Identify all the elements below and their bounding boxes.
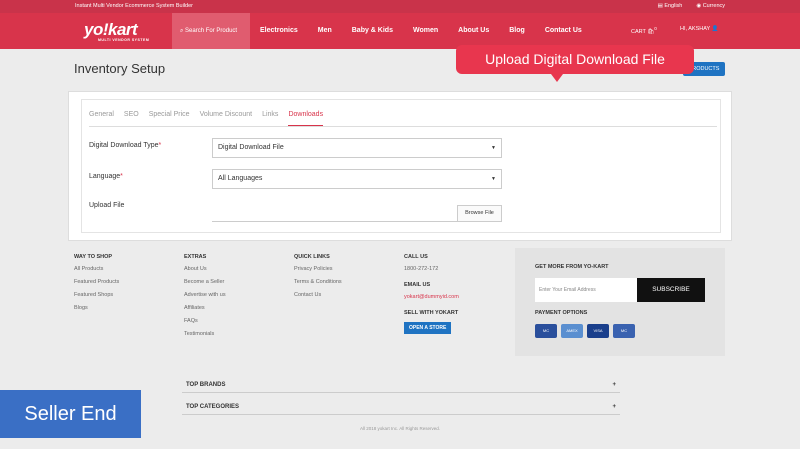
footer-way-to-shop: WAY TO SHOP All Products Featured Produc…	[74, 254, 120, 311]
cart-count: 0	[654, 26, 657, 31]
newsletter-box: GET MORE FROM YO-KART Enter Your Email A…	[515, 248, 725, 356]
footer-contact: CALL US 1800-272-172 EMAIL US yokart@dum…	[404, 254, 459, 334]
nav-about-us[interactable]: About Us	[458, 13, 489, 49]
footer-quick-links: QUICK LINKS Privacy Policies Terms & Con…	[294, 254, 342, 298]
page: Instant Multi Vendor Ecommerce System Bu…	[0, 0, 800, 449]
top-brands-accordion[interactable]: TOP BRANDS +	[182, 377, 620, 393]
tagline: Instant Multi Vendor Ecommerce System Bu…	[75, 3, 193, 9]
currency-selector[interactable]: ◉ Currency	[696, 0, 725, 13]
footer-link[interactable]: Contact Us	[294, 292, 342, 298]
nav-men[interactable]: Men	[318, 13, 332, 49]
logo[interactable]: yo!kart MULTI VENDOR SYSTEM	[84, 20, 149, 42]
plus-icon: +	[612, 404, 616, 410]
top-categories-accordion[interactable]: TOP CATEGORIES +	[182, 399, 620, 415]
mastercard-icon: MC	[535, 324, 557, 338]
tab-downloads[interactable]: Downloads	[288, 111, 324, 126]
tab-special-price[interactable]: Special Price	[149, 111, 190, 126]
search-input[interactable]: ⌕ Search For Product	[172, 13, 250, 49]
upload-file-field[interactable]: Browse File	[212, 205, 502, 222]
seller-end-badge: Seller End	[0, 390, 141, 438]
subscribe-button[interactable]: SUBSCRIBE	[637, 278, 705, 302]
download-type-label: Digital Download Type*	[89, 142, 162, 149]
tab-volume-discount[interactable]: Volume Discount	[200, 111, 253, 126]
footer-link[interactable]: All Products	[74, 266, 119, 272]
footer-link[interactable]: Featured Products	[74, 279, 119, 285]
tab-general[interactable]: General	[89, 111, 114, 126]
plus-icon: +	[612, 382, 616, 388]
footer-link[interactable]: Featured Shops	[74, 292, 119, 298]
visa-icon: VISA	[587, 324, 609, 338]
nav-blog[interactable]: Blog	[509, 13, 525, 49]
footer-link[interactable]: Become a Seller	[184, 279, 226, 285]
cart-button[interactable]: CART 🛍0	[631, 26, 657, 35]
upload-callout: Upload Digital Download File	[456, 45, 694, 82]
payment-icons: MC AMEX VISA MC	[535, 324, 705, 338]
site-header: yo!kart MULTI VENDOR SYSTEM ⌕ Search For …	[0, 13, 800, 49]
language-selector[interactable]: ▤ English	[658, 0, 683, 13]
download-type-select[interactable]: Digital Download File ▼	[212, 138, 502, 158]
inventory-form: General SEO Special Price Volume Discoun…	[81, 99, 721, 233]
mastercard-icon: MC	[613, 324, 635, 338]
upload-file-label: Upload File	[89, 202, 125, 209]
footer-link[interactable]: Blogs	[74, 305, 119, 311]
user-icon: 👤	[711, 26, 719, 32]
language-select[interactable]: All Languages ▼	[212, 169, 502, 189]
footer-link[interactable]: FAQs	[184, 318, 226, 324]
language-label: Language*	[89, 173, 123, 180]
nav-electronics[interactable]: Electronics	[260, 13, 298, 49]
tab-links[interactable]: Links	[262, 111, 278, 126]
page-title: Inventory Setup	[74, 61, 166, 76]
browse-file-button[interactable]: Browse File	[457, 205, 502, 222]
amex-icon: AMEX	[561, 324, 583, 338]
nav-baby-kids[interactable]: Baby & Kids	[352, 13, 393, 49]
footer-link[interactable]: Privacy Policies	[294, 266, 342, 272]
search-icon: ⌕	[180, 28, 184, 34]
footer-link[interactable]: Advertise with us	[184, 292, 226, 298]
main-nav: Electronics Men Baby & Kids Women About …	[260, 13, 602, 49]
nav-contact-us[interactable]: Contact Us	[545, 13, 582, 49]
user-menu[interactable]: HI, AKSHAY 👤	[680, 26, 718, 32]
phone-number: 1800-272-172	[404, 266, 439, 272]
footer-link[interactable]: About Us	[184, 266, 226, 272]
footer-link[interactable]: Testimonials	[184, 331, 226, 337]
open-store-button[interactable]: OPEN A STORE	[404, 322, 452, 334]
footer-extras: EXTRAS About Us Become a Seller Advertis…	[184, 254, 226, 337]
footer-link[interactable]: Terms & Conditions	[294, 279, 342, 285]
email-link[interactable]: yokart@dummyid.com	[404, 294, 459, 300]
inventory-panel: General SEO Special Price Volume Discoun…	[68, 91, 732, 241]
caret-down-icon: ▼	[491, 176, 496, 182]
tab-bar: General SEO Special Price Volume Discoun…	[89, 111, 717, 127]
caret-down-icon: ▼	[491, 145, 496, 151]
footer-link[interactable]: Affiliates	[184, 305, 226, 311]
newsletter-email-input[interactable]: Enter Your Email Address	[535, 278, 637, 302]
nav-women[interactable]: Women	[413, 13, 438, 49]
top-strip: Instant Multi Vendor Ecommerce System Bu…	[0, 0, 800, 13]
tab-seo[interactable]: SEO	[124, 111, 139, 126]
